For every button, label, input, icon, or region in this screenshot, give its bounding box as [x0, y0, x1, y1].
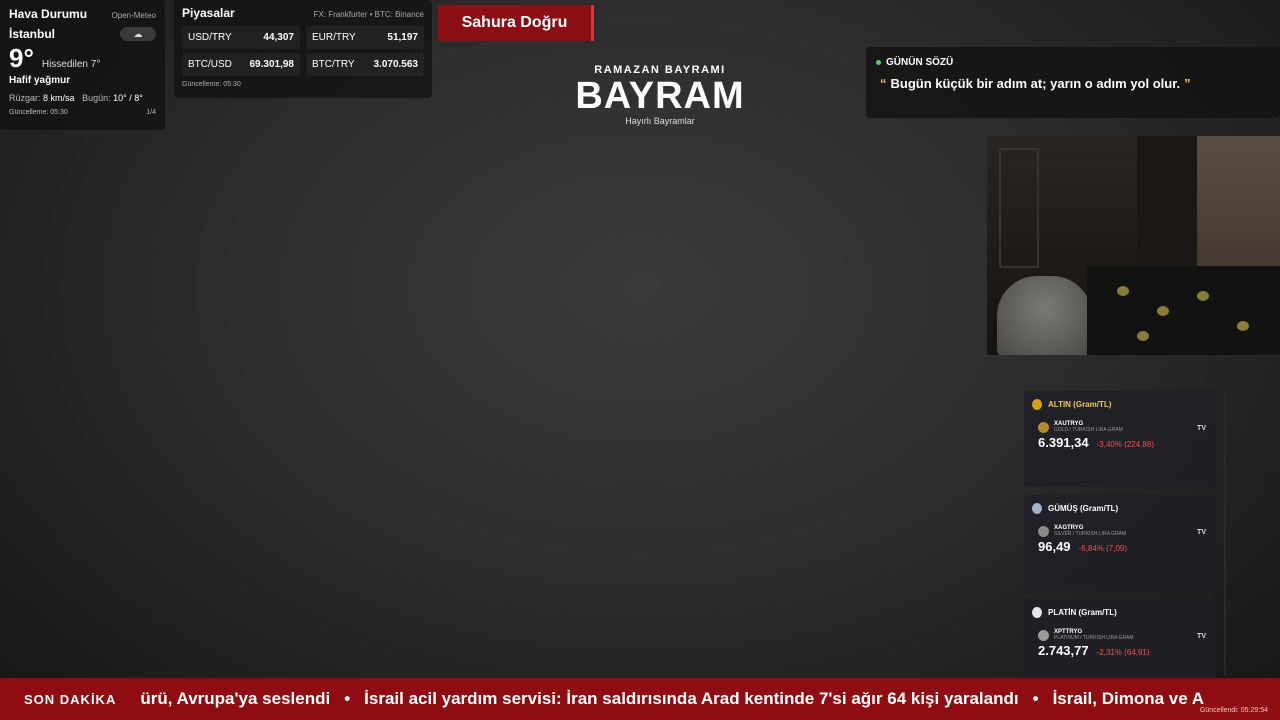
weather-wind: 8 km/sa — [43, 93, 75, 103]
sahur-countdown-banner: Sahura Doğru — [438, 5, 594, 41]
weather-details: Rüzgar: 8 km/sa Bugün: 10° / 8° — [9, 93, 143, 103]
metal-change: -3,40% (224,88) — [1096, 440, 1154, 449]
cloud-rain-icon: ☁ — [120, 27, 156, 41]
markets-title: Piyasalar — [182, 6, 235, 20]
markets-source: FX: Frankfurter • BTC: Binance — [313, 10, 424, 19]
metal-card-gold: ALTIN (Gram/TL) TV XAUTRYG GOLD / TURKIS… — [1024, 391, 1216, 487]
quote-close-mark: ” — [1184, 76, 1191, 91]
weather-updated: Güncelleme: 05:30 — [9, 109, 68, 116]
weather-page-indicator: 1/4 — [146, 109, 156, 116]
quote-of-the-day: GÜNÜN SÖZÜ “Bugün küçük bir adım at; yar… — [866, 47, 1280, 118]
ticker-item: ürü, Avrupa'ya seslendi — [140, 689, 331, 708]
ticker-label: SON DAKİKA — [24, 691, 117, 707]
breaking-news-ticker: SON DAKİKA ürü, Avrupa'ya seslendi • İsrai… — [0, 678, 1280, 720]
platinum-coin-icon — [1038, 629, 1049, 641]
live-dot-icon — [876, 60, 881, 65]
weather-condition: Hafif yağmur — [9, 75, 71, 86]
gold-medal-icon — [1032, 399, 1042, 410]
tradingview-logo: TV — [1197, 425, 1206, 432]
ticker-item: İsrail, Dimona ve A — [1052, 689, 1205, 708]
quote-open-mark: “ — [880, 76, 887, 91]
metal-price: 2.743,77 — [1038, 643, 1089, 658]
markets-widget: Piyasalar FX: Frankfurter • BTC: Binance… — [174, 0, 432, 98]
market-usd-try: USD/TRY 44,307 — [182, 26, 300, 49]
platinum-circle-icon — [1032, 607, 1042, 618]
gold-coin-icon — [1038, 421, 1049, 433]
sahur-label: Sahura Doğru — [461, 14, 568, 31]
webcam-feed — [987, 136, 1280, 355]
quote-text-line: “Bugün küçük bir adım at; yarın o adım y… — [876, 76, 1270, 91]
weather-temperature: 9° — [9, 43, 34, 73]
silver-coin-icon — [1038, 525, 1049, 537]
metal-card-silver: GÜMÜŞ (Gram/TL) TV XAGTRYG SILVER / TURK… — [1024, 495, 1216, 591]
weather-feels-like: Hissedilen 7° — [41, 59, 101, 70]
weather-today-range: 10° / 8° — [113, 93, 143, 103]
ticker-separator: • — [1032, 689, 1039, 708]
ticker-item: İsrail acil yardım servisi: İran saldırı… — [364, 689, 1019, 708]
bayram-title-block: RAMAZAN BAYRAMI BAYRAM Hayırlı Bayramlar — [540, 64, 780, 126]
weather-widget: Hava Durumu Open-Meteo İstanbul ☁ 9° His… — [0, 0, 165, 130]
ticker-track: ürü, Avrupa'ya seslendi • İsrail acil yard… — [140, 689, 1204, 709]
weather-source: Open-Meteo — [111, 11, 156, 20]
market-btc-usd: BTC/USD 69.301,98 — [182, 53, 300, 76]
quote-title: GÜNÜN SÖZÜ — [886, 57, 954, 68]
precious-metals-widget: ALTIN (Gram/TL) TV XAUTRYG GOLD / TURKIS… — [1024, 389, 1226, 695]
tradingview-logo: TV — [1197, 529, 1206, 536]
metal-price: 6.391,34 — [1038, 435, 1089, 450]
weather-title: Hava Durumu — [9, 7, 88, 21]
metal-price: 96,49 — [1038, 539, 1071, 554]
metal-change: -2,31% (64,91) — [1096, 648, 1150, 657]
market-btc-try: BTC/TRY 3.070.563 — [306, 53, 424, 76]
market-eur-try: EUR/TRY 51,197 — [306, 26, 424, 49]
ticker-separator: • — [344, 689, 351, 708]
chair-image — [997, 276, 1092, 355]
quote-text: Bugün küçük bir adım at; yarın o adım yo… — [890, 76, 1181, 91]
markets-updated: Güncelleme: 05:30 — [182, 81, 241, 88]
metal-change: -6,84% (7,09) — [1078, 544, 1128, 553]
bayram-title: BAYRAM — [575, 75, 745, 117]
sofa-image — [1087, 266, 1280, 355]
silver-medal-icon — [1032, 503, 1042, 514]
bayram-caption: Hayırlı Bayramlar — [625, 116, 695, 126]
tradingview-logo: TV — [1197, 633, 1206, 640]
ticker-updated: Güncellendi: 05:29:54 — [1199, 707, 1268, 714]
